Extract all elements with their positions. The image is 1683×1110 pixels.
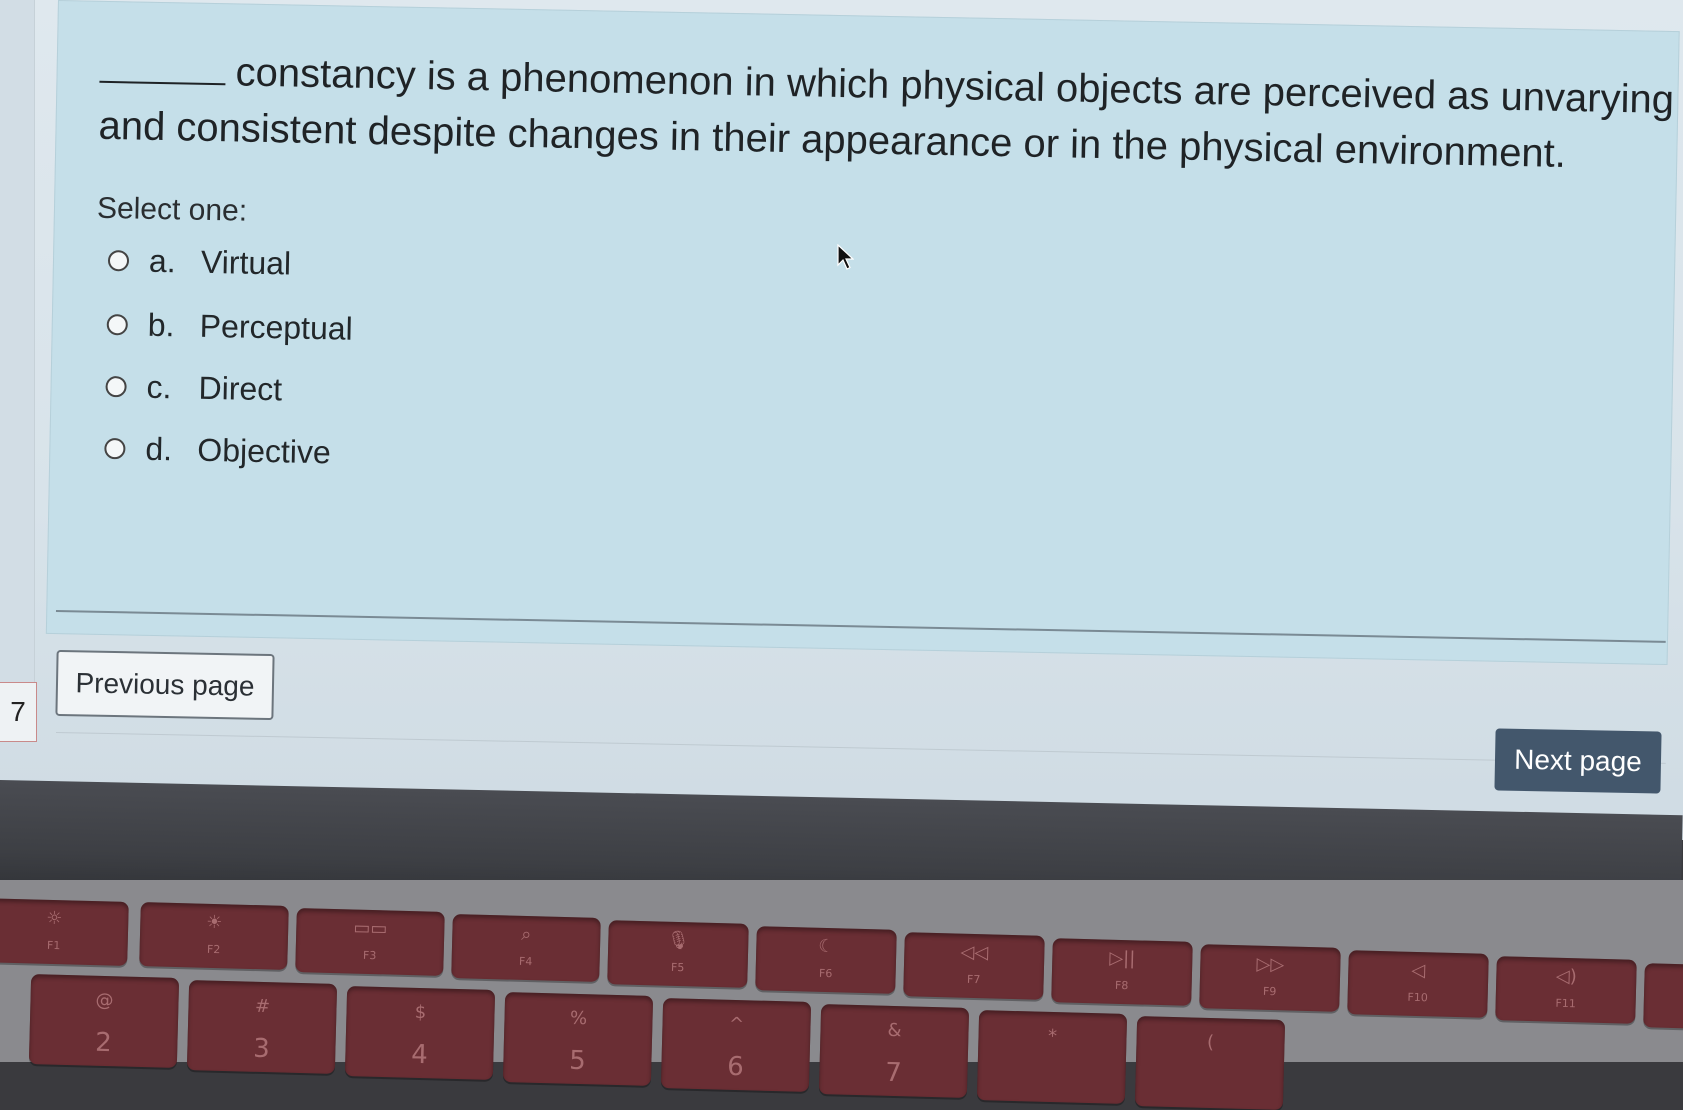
key-label: F11: [1555, 996, 1576, 1011]
brightness-up-icon: ☀: [206, 911, 223, 934]
option-b[interactable]: b. Perceptual: [106, 306, 353, 348]
key-f12[interactable]: [1643, 963, 1683, 1029]
key-f6[interactable]: ☾ F6: [755, 926, 897, 994]
option-label: Direct: [198, 369, 283, 408]
previous-page-button[interactable]: Previous page: [55, 649, 275, 721]
option-letter: a.: [148, 242, 177, 280]
option-letter: b.: [147, 306, 175, 344]
radio-icon[interactable]: [105, 375, 127, 398]
left-margin-strip: [0, 0, 35, 740]
key-number: 4: [410, 1039, 429, 1071]
select-one-label: Select one:: [96, 191, 248, 228]
key-label: F10: [1407, 990, 1428, 1005]
moon-icon: ☾: [818, 935, 835, 958]
key-3[interactable]: # 3: [186, 980, 338, 1074]
question-number-tab[interactable]: 7: [0, 682, 37, 742]
key-number: 6: [726, 1051, 745, 1083]
fast-forward-icon: ▷▷: [1256, 953, 1285, 976]
key-f10[interactable]: ◁ F10: [1347, 950, 1489, 1018]
key-f4[interactable]: ⌕ F4: [451, 914, 601, 982]
key-f3[interactable]: ▭▭ F3: [295, 908, 445, 976]
option-letter: d.: [145, 430, 173, 468]
search-icon: ⌕: [521, 923, 532, 946]
key-f1[interactable]: ☼ F1: [0, 898, 129, 966]
radio-icon[interactable]: [106, 313, 128, 336]
key-5[interactable]: % 5: [502, 992, 654, 1086]
volume-down-icon: ◁): [1555, 965, 1578, 988]
key-4[interactable]: $ 4: [344, 986, 496, 1080]
key-f9[interactable]: ▷▷ F9: [1199, 944, 1341, 1012]
mission-control-icon: ▭▭: [353, 917, 388, 940]
key-label: F7: [966, 972, 981, 987]
footer-divider: [55, 732, 1666, 764]
key-f11[interactable]: ◁) F11: [1495, 956, 1637, 1024]
key-symbol: #: [254, 995, 271, 1018]
key-symbol: ^: [728, 1013, 745, 1036]
option-c[interactable]: c. Direct: [105, 368, 282, 408]
key-f7[interactable]: ◁◁ F7: [903, 932, 1045, 1000]
option-d[interactable]: d. Objective: [104, 430, 331, 471]
key-2[interactable]: @ 2: [28, 974, 180, 1068]
mouse-pointer-icon: [837, 244, 854, 270]
key-label: F4: [518, 954, 533, 969]
answer-blank: [99, 48, 227, 86]
radio-icon[interactable]: [104, 437, 126, 460]
microphone-icon: 🎙: [666, 929, 691, 952]
key-label: F9: [1262, 984, 1277, 999]
rewind-icon: ◁◁: [960, 941, 989, 964]
key-f8[interactable]: ▷|| F8: [1051, 938, 1193, 1006]
option-label: Virtual: [200, 243, 292, 282]
key-6[interactable]: ^ 6: [660, 998, 812, 1092]
key-8[interactable]: *: [976, 1010, 1128, 1104]
key-label: F8: [1114, 978, 1129, 993]
option-letter: c.: [146, 368, 172, 406]
play-pause-icon: ▷||: [1109, 947, 1136, 970]
key-label: F3: [362, 948, 377, 963]
key-f5[interactable]: 🎙 F5: [607, 920, 749, 988]
option-a[interactable]: a. Virtual: [107, 242, 292, 283]
key-symbol: &: [887, 1019, 902, 1042]
key-number: 5: [568, 1045, 587, 1077]
question-text: constancy is a phenomenon in which physi…: [98, 50, 1675, 176]
key-label: F2: [206, 942, 221, 957]
key-number: 3: [252, 1033, 271, 1065]
key-symbol: (: [1206, 1031, 1215, 1054]
browser-screen: constancy is a phenomenon in which physi…: [0, 0, 1683, 840]
key-7[interactable]: & 7: [818, 1004, 970, 1098]
keyboard: ☼ F1 ☀ F2 ▭▭ F3 ⌕ F4 🎙 F5 ☾ F6 ◁◁ F7 ▷||…: [0, 880, 1683, 1110]
question-card: constancy is a phenomenon in which physi…: [45, 0, 1680, 666]
key-symbol: %: [569, 1007, 588, 1030]
key-number: 2: [94, 1027, 113, 1059]
key-label: F1: [46, 938, 61, 953]
question-text-container: constancy is a phenomenon in which physi…: [98, 42, 1680, 184]
key-9[interactable]: (: [1134, 1016, 1286, 1110]
key-f2[interactable]: ☀ F2: [139, 902, 289, 970]
option-label: Objective: [197, 431, 332, 471]
key-symbol: $: [414, 1001, 427, 1024]
mute-icon: ◁: [1411, 959, 1426, 982]
key-symbol: *: [1047, 1025, 1058, 1048]
key-symbol: @: [95, 989, 114, 1012]
radio-icon[interactable]: [107, 250, 130, 272]
next-page-button[interactable]: Next page: [1494, 728, 1662, 794]
brightness-down-icon: ☼: [46, 907, 63, 930]
option-label: Perceptual: [199, 307, 354, 347]
key-label: F5: [670, 960, 685, 975]
key-label: F6: [818, 966, 833, 981]
key-number: 7: [884, 1057, 903, 1089]
